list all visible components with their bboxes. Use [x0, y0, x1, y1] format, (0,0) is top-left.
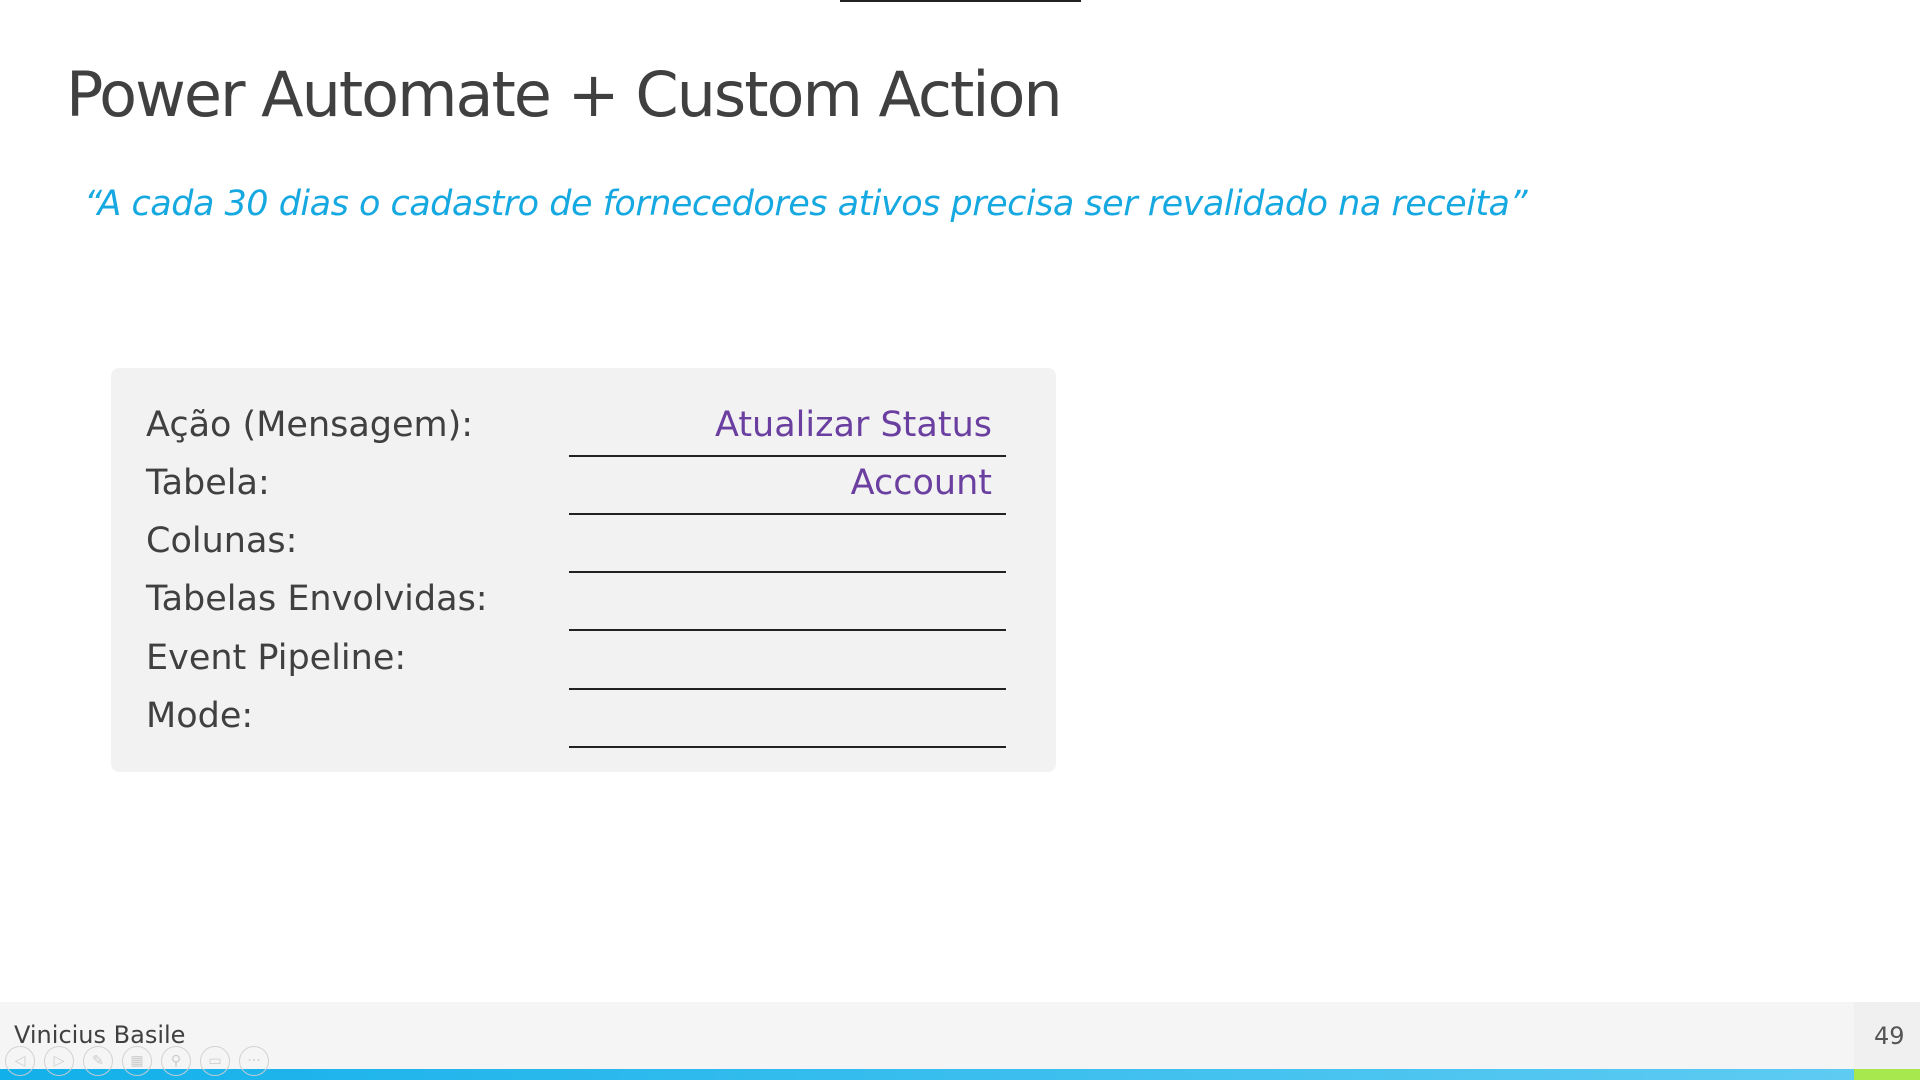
form-row: Ação (Mensagem): Atualizar Status — [111, 405, 1056, 463]
page-number: 49 — [1874, 1022, 1905, 1050]
form-row: Colunas: — [111, 521, 1056, 579]
form-label: Colunas: — [146, 521, 298, 561]
form-underline — [569, 455, 1006, 457]
previous-icon[interactable]: ◁ — [5, 1046, 35, 1076]
form-value: Account — [850, 463, 992, 503]
form-row: Mode: — [111, 696, 1056, 754]
footer-accent-bar — [0, 1069, 1854, 1080]
footer-author: Vinicius Basile — [14, 1021, 186, 1049]
footer — [0, 1002, 1920, 1069]
form-underline — [569, 688, 1006, 690]
form-row: Tabela: Account — [111, 463, 1056, 521]
pen-icon[interactable]: ✎ — [83, 1046, 113, 1076]
footer-accent-bar-end — [1854, 1069, 1920, 1080]
form-panel: Ação (Mensagem): Atualizar Status Tabela… — [111, 368, 1056, 772]
form-underline — [569, 746, 1006, 748]
slideshow-controls: ◁ ▷ ✎ ▦ ⚲ ▭ ··· — [5, 1046, 269, 1076]
zoom-icon[interactable]: ⚲ — [161, 1046, 191, 1076]
form-label: Tabelas Envolvidas: — [146, 579, 488, 619]
form-label: Mode: — [146, 696, 254, 736]
form-row: Event Pipeline: — [111, 638, 1056, 696]
subtitles-icon[interactable]: ▭ — [200, 1046, 230, 1076]
form-underline — [569, 629, 1006, 631]
form-label: Tabela: — [146, 463, 270, 503]
top-divider — [840, 0, 1081, 2]
slide-title: Power Automate + Custom Action — [66, 58, 1063, 131]
form-label: Ação (Mensagem): — [146, 405, 474, 445]
form-row: Tabelas Envolvidas: — [111, 579, 1056, 637]
more-icon[interactable]: ··· — [239, 1046, 269, 1076]
form-label: Event Pipeline: — [146, 638, 407, 678]
next-icon[interactable]: ▷ — [44, 1046, 74, 1076]
slides-grid-icon[interactable]: ▦ — [122, 1046, 152, 1076]
form-underline — [569, 513, 1006, 515]
form-underline — [569, 571, 1006, 573]
form-value: Atualizar Status — [715, 405, 992, 445]
slide-quote: “A cada 30 dias o cadastro de fornecedor… — [84, 184, 1528, 224]
